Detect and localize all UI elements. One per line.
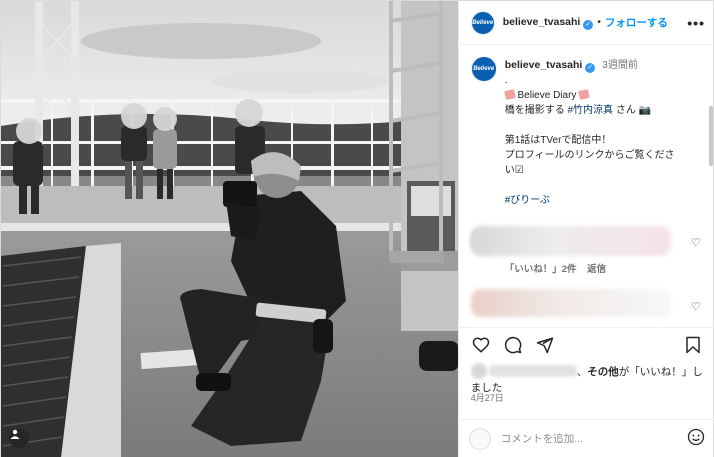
- user-tag-icon: [10, 429, 20, 439]
- share-icon: [536, 337, 553, 353]
- hashtag-link[interactable]: #竹内涼真: [568, 105, 614, 116]
- time-ago[interactable]: 3週間前: [602, 60, 638, 71]
- likes-text: が「いいね！」し: [618, 366, 703, 378]
- user-tag-button[interactable]: [9, 428, 29, 448]
- like-button[interactable]: [469, 333, 493, 357]
- caption-text: 橋を撮影する: [504, 105, 565, 116]
- share-button[interactable]: [533, 333, 557, 357]
- caption-body: believe_tvasahi ✓ 3週間前 . Believe Diary 橋を…: [503, 56, 703, 208]
- verified-badge-icon: ✓: [585, 63, 596, 73]
- comment-button[interactable]: [501, 333, 525, 357]
- caption: Believe believe_tvasahi ✓ 3週間前 . Believe …: [470, 56, 703, 208]
- likes-others-link[interactable]: その他: [587, 366, 619, 378]
- save-button[interactable]: [681, 333, 705, 357]
- emoji-button[interactable]: [687, 428, 705, 449]
- caption-username[interactable]: believe_tvasahi: [505, 59, 583, 71]
- follow-button[interactable]: フォローする: [605, 15, 668, 30]
- caption-line: [505, 178, 703, 193]
- verified-badge-icon: ✓: [583, 19, 594, 30]
- username-link[interactable]: believe_tvasahi ✓: [503, 16, 594, 30]
- caption-line: #びりーぶ: [505, 193, 703, 208]
- liker-avatar-blurred[interactable]: [470, 363, 487, 379]
- comments-section[interactable]: Believe believe_tvasahi ✓ 3週間前 . Believe …: [459, 46, 714, 321]
- separator-dot: •: [597, 17, 601, 28]
- caption-line: Believe Diary: [503, 88, 703, 103]
- add-comment-bar: [458, 419, 714, 457]
- photo-illustration: [1, 1, 458, 457]
- current-user-avatar: [468, 427, 491, 450]
- caption-diary-text: Believe Diary: [517, 90, 577, 101]
- caption-avatar[interactable]: Believe: [470, 56, 497, 82]
- post-photo[interactable]: [1, 1, 458, 457]
- post-side-panel: Believe believe_tvasahi ✓ • フォローする ••• Be…: [457, 1, 714, 457]
- action-bar: [458, 327, 714, 361]
- post-date[interactable]: 4月27日: [471, 391, 504, 404]
- comment-like-icon[interactable]: ♡: [691, 236, 701, 249]
- emoji-icon: [687, 428, 704, 446]
- comment-likes-count[interactable]: 「いいね！」2件: [505, 264, 577, 275]
- post-header: Believe believe_tvasahi ✓ • フォローする •••: [458, 1, 713, 45]
- hashtag-link[interactable]: #びりーぶ: [505, 195, 550, 206]
- likes-summary: 、その他が「いいね！」し ました: [470, 363, 707, 396]
- avatar-text: Believe: [472, 19, 494, 26]
- more-options-icon[interactable]: •••: [687, 15, 705, 31]
- instagram-post-window: Believe believe_tvasahi ✓ • フォローする ••• Be…: [0, 0, 714, 457]
- bookmark-icon: [685, 336, 700, 353]
- scrollbar[interactable]: [708, 106, 713, 166]
- liker-name-blurred[interactable]: [488, 365, 577, 377]
- diary-book-icon: [578, 89, 591, 100]
- comment-blurred: [470, 226, 671, 256]
- comment-icon: [504, 336, 522, 353]
- avatar[interactable]: Believe: [470, 10, 495, 35]
- caption-avatar-text: Believe: [473, 66, 495, 72]
- reply-button[interactable]: 返信: [587, 264, 606, 275]
- heart-icon: [472, 336, 489, 353]
- caption-text: さん: [615, 105, 636, 116]
- caption-line: プロフィールのリンクからご覧くださ: [504, 150, 675, 161]
- caption-header: believe_tvasahi ✓ 3週間前: [505, 56, 703, 73]
- camera-emoji-icon: 📷: [638, 105, 652, 116]
- comment-input[interactable]: [500, 432, 651, 445]
- diary-book-icon: [503, 89, 516, 100]
- caption-line: 第1話はTVerで配信中！: [504, 135, 612, 146]
- comment-blurred: [470, 289, 671, 317]
- caption-line: [505, 118, 703, 133]
- username-text: believe_tvasahi: [502, 15, 581, 28]
- caption-line: .: [504, 75, 508, 86]
- caption-line: い☑: [504, 165, 524, 176]
- comment-like-icon[interactable]: ♡: [691, 300, 701, 313]
- caption-line: 橋を撮影する #竹内涼真 さん 📷: [505, 103, 703, 118]
- likes-text: 、: [576, 366, 588, 378]
- comment-meta: 「いいね！」2件 返信: [505, 261, 614, 275]
